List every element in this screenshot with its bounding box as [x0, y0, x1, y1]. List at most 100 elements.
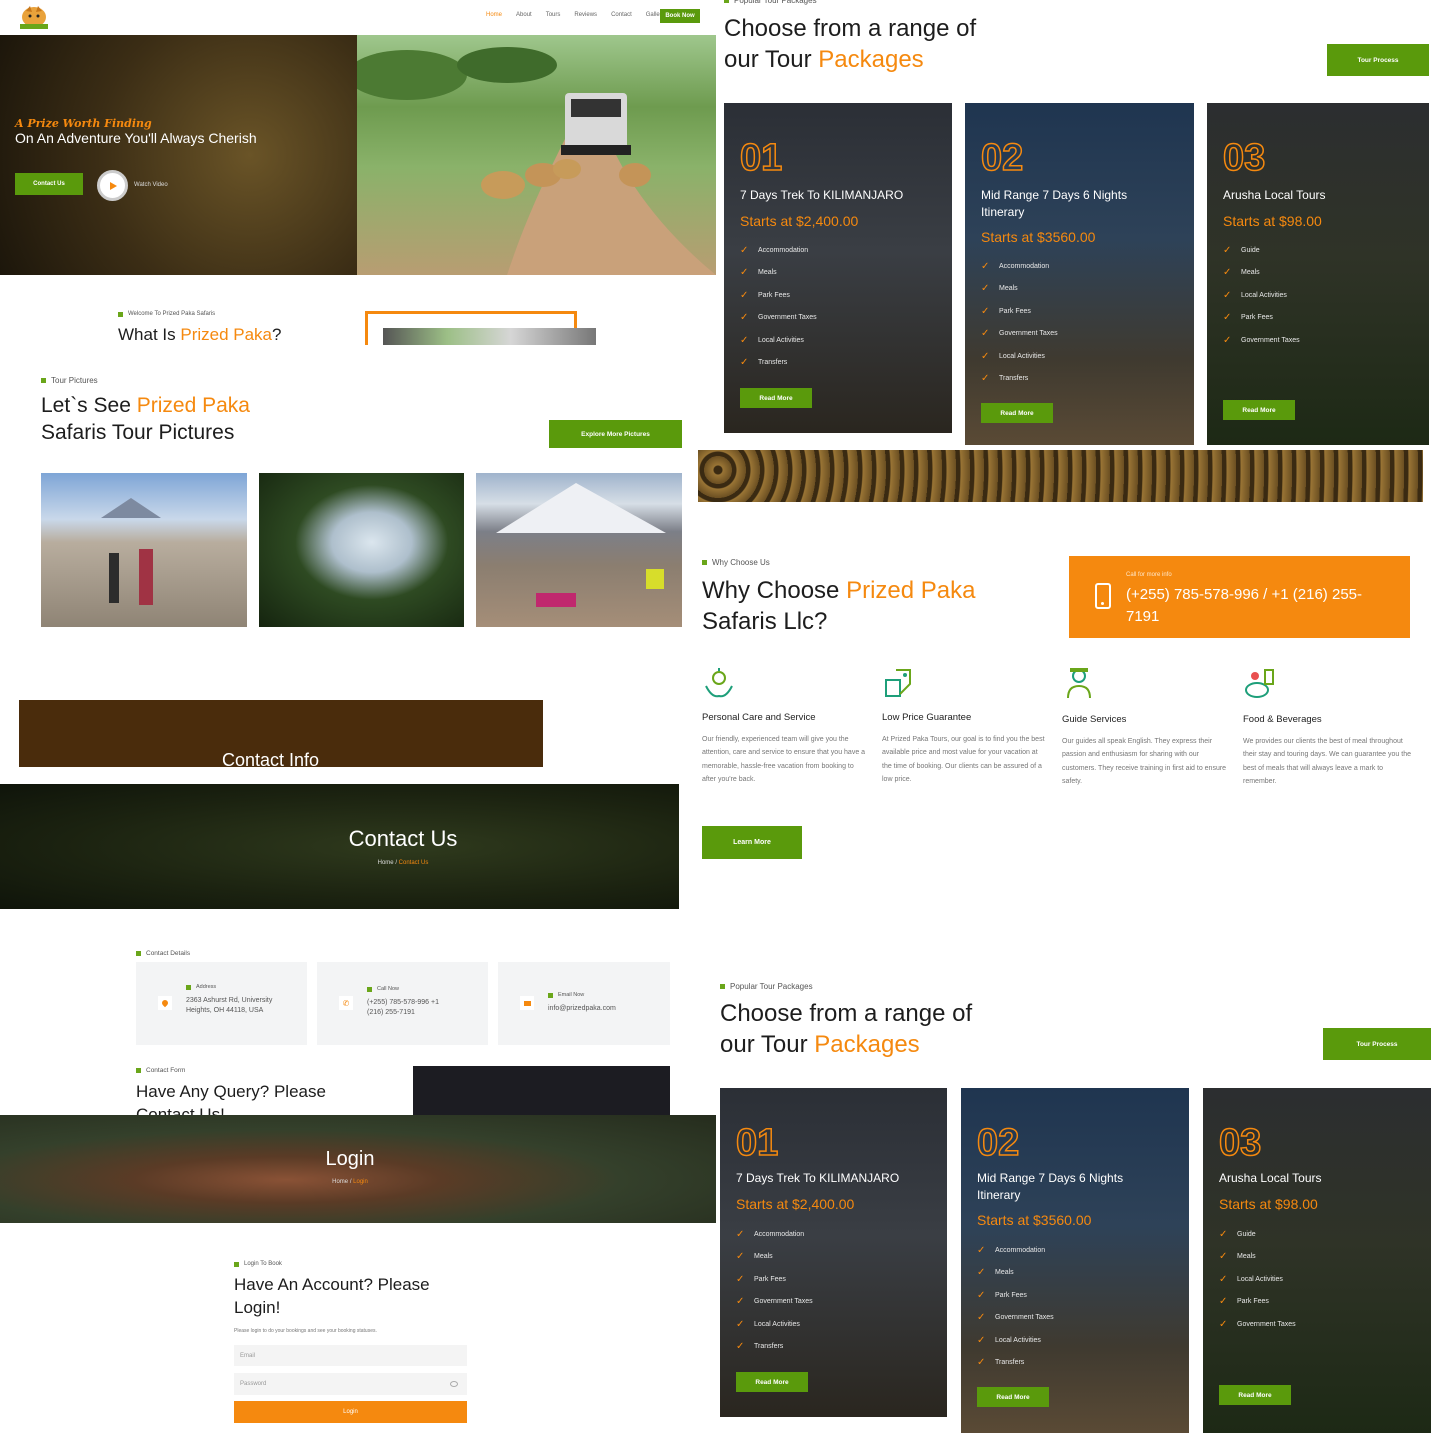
nav-contact[interactable]: Contact	[611, 12, 632, 18]
read-more-button[interactable]: Read More	[977, 1387, 1049, 1407]
login-tag: Login To Book	[234, 1261, 282, 1267]
about-title-c: ?	[272, 325, 282, 344]
about-image	[383, 328, 596, 345]
breadcrumb-home[interactable]: Home	[378, 860, 394, 866]
feature-text: We provides our clients the best of meal…	[1243, 738, 1411, 785]
tour-card-3-read-more-button[interactable]: Read More	[1223, 400, 1295, 420]
packages-title: Choose from a range of our Tour Packages	[724, 13, 976, 75]
contact-card-phone: ✆ Call Now (+255) 785-578-996 +1 (216) 2…	[317, 962, 488, 1045]
tour-card-1-b: 01 7 Days Trek To KILIMANJARO Starts at …	[720, 1088, 947, 1417]
check-icon: ✓	[1223, 244, 1232, 256]
tour-card-1-price: Starts at $2,400.00	[740, 213, 859, 229]
list-item: ✓ Guide	[1223, 244, 1260, 256]
contact-info-banner: Contact Info	[19, 700, 543, 767]
packages-title-a: Choose from a range of	[724, 15, 977, 42]
call-info-box[interactable]: Call for more info (+255) 785-578-996 / …	[1069, 556, 1410, 638]
tour-card-3-list: ✓ Guide ✓ Meals ✓ Local Activities ✓ Park Fe…	[1223, 239, 1300, 352]
check-icon: ✓	[1219, 1251, 1228, 1263]
tour-card-2: 02 Mid Range 7 Days 6 Nights Itinerary S…	[965, 103, 1194, 445]
show-password-eye-icon[interactable]	[450, 1381, 458, 1387]
logo[interactable]	[14, 2, 54, 32]
list-item: ✓ Accommodation	[736, 1228, 805, 1240]
list-item: ✓ Park Fees	[736, 1273, 786, 1285]
list-item: ✓ Transfers	[977, 1357, 1025, 1369]
list-item: ✓ Park Fees	[1223, 312, 1273, 324]
tour-card-2-read-more-button[interactable]: Read More	[981, 403, 1053, 423]
list-item: ✓ Accommodation	[981, 260, 1050, 272]
check-icon: ✓	[740, 244, 749, 256]
contact-card-value[interactable]: (+255) 785-578-996 +1 (216) 255-7191	[367, 998, 457, 1018]
watch-video-label[interactable]: Watch Video	[134, 182, 168, 188]
contact-us-banner: Contact Us Home / Contact Us	[0, 784, 679, 909]
tour-photo-kilimanjaro-hikers[interactable]	[41, 473, 247, 627]
list-item: ✓ Government Taxes	[977, 1312, 1054, 1324]
login-email-input[interactable]: Email	[234, 1345, 467, 1366]
list-item: ✓ Meals	[736, 1251, 773, 1263]
contact-us-breadcrumb: Home / Contact Us	[377, 860, 429, 866]
tour-card-3-title: Arusha Local Tours	[1223, 188, 1326, 202]
contact-us-title: Contact Us	[348, 826, 458, 851]
why-tag: Why Choose Us	[702, 558, 770, 567]
list-item: ✓ Government Taxes	[1223, 334, 1300, 346]
tour-photo-campsite[interactable]	[476, 473, 682, 627]
tour-process-button-2[interactable]: Tour Process	[1323, 1028, 1431, 1060]
tour-process-button[interactable]: Tour Process	[1327, 44, 1429, 76]
list-item: ✓ Park Fees	[1219, 1296, 1269, 1308]
contact-card-value[interactable]: info@prizedpaka.com	[548, 1005, 616, 1012]
check-icon: ✓	[981, 305, 990, 317]
list-item: ✓ Government Taxes	[1219, 1318, 1296, 1330]
pictures-title-c: Safaris Tour Pictures	[41, 421, 235, 445]
nav-reviews[interactable]: Reviews	[574, 12, 597, 18]
breadcrumb-home[interactable]: Home	[332, 1179, 348, 1185]
login-breadcrumb: Home / Login	[332, 1179, 368, 1185]
list-item: ✓ Meals	[977, 1267, 1014, 1279]
tour-photo-rainforest[interactable]	[259, 473, 464, 627]
tour-card-1-number: 01	[739, 136, 783, 180]
check-icon: ✓	[977, 1244, 986, 1256]
feature-text: Our friendly, experienced team will give…	[702, 736, 866, 783]
list-item: ✓ Local Activities	[977, 1334, 1041, 1346]
check-icon: ✓	[736, 1318, 745, 1330]
phone-icon: ✆	[339, 996, 353, 1010]
leopard-banner	[698, 450, 1423, 502]
list-item: ✓ Meals	[1219, 1251, 1256, 1263]
login-heading: Have An Account? Please Login!	[234, 1275, 430, 1317]
contact-us-button[interactable]: Contact Us	[15, 173, 83, 195]
site-header: Home About Tours Reviews Contact Gallery…	[0, 0, 716, 35]
read-more-button[interactable]: Read More	[736, 1372, 808, 1392]
check-icon: ✓	[736, 1251, 745, 1263]
check-icon: ✓	[740, 357, 749, 369]
list-item: ✓ Local Activities	[1223, 289, 1287, 301]
check-icon: ✓	[740, 267, 749, 279]
nav-tours[interactable]: Tours	[546, 12, 561, 18]
check-icon: ✓	[1223, 289, 1232, 301]
check-icon: ✓	[1223, 312, 1232, 324]
play-icon	[110, 181, 117, 190]
call-phone: (+255) 785-578-996 / +1 (216) 255-7191	[1126, 586, 1362, 625]
read-more-button[interactable]: Read More	[1219, 1385, 1291, 1405]
pictures-title: Let`s See Prized Paka Safaris Tour Pictu…	[41, 392, 250, 447]
tour-card-1-read-more-button[interactable]: Read More	[740, 388, 812, 408]
contact-card-email: Email Now info@prizedpaka.com	[498, 962, 670, 1045]
play-video-button[interactable]	[97, 170, 128, 201]
list-item: ✓ Park Fees	[981, 305, 1031, 317]
login-password-input[interactable]: Password	[234, 1373, 467, 1395]
book-now-button[interactable]: Book Now	[660, 9, 700, 23]
feature-title: Guide Services	[1062, 714, 1127, 725]
about-title-a: What Is	[118, 325, 181, 344]
check-icon: ✓	[1219, 1228, 1228, 1240]
packages-tag-2: Popular Tour Packages	[720, 982, 813, 991]
list-item: ✓ Government Taxes	[736, 1296, 813, 1308]
explore-pictures-button[interactable]: Explore More Pictures	[549, 420, 682, 448]
list-item: ✓ Meals	[981, 283, 1018, 295]
list-item: ✓ Meals	[1223, 267, 1260, 279]
hero-lion-image: A Prize Worth Finding On An Adventure Yo…	[0, 35, 357, 275]
breadcrumb-current: Login	[353, 1179, 368, 1185]
login-submit-button[interactable]: Login	[234, 1401, 467, 1423]
location-icon	[158, 996, 172, 1010]
why-title: Why Choose Prized Paka Safaris Llc?	[702, 575, 975, 637]
pictures-title-a: Let`s See	[41, 394, 137, 417]
phone-icon	[1095, 583, 1111, 609]
nav-about[interactable]: About	[516, 12, 532, 18]
nav-home[interactable]: Home	[486, 12, 502, 18]
